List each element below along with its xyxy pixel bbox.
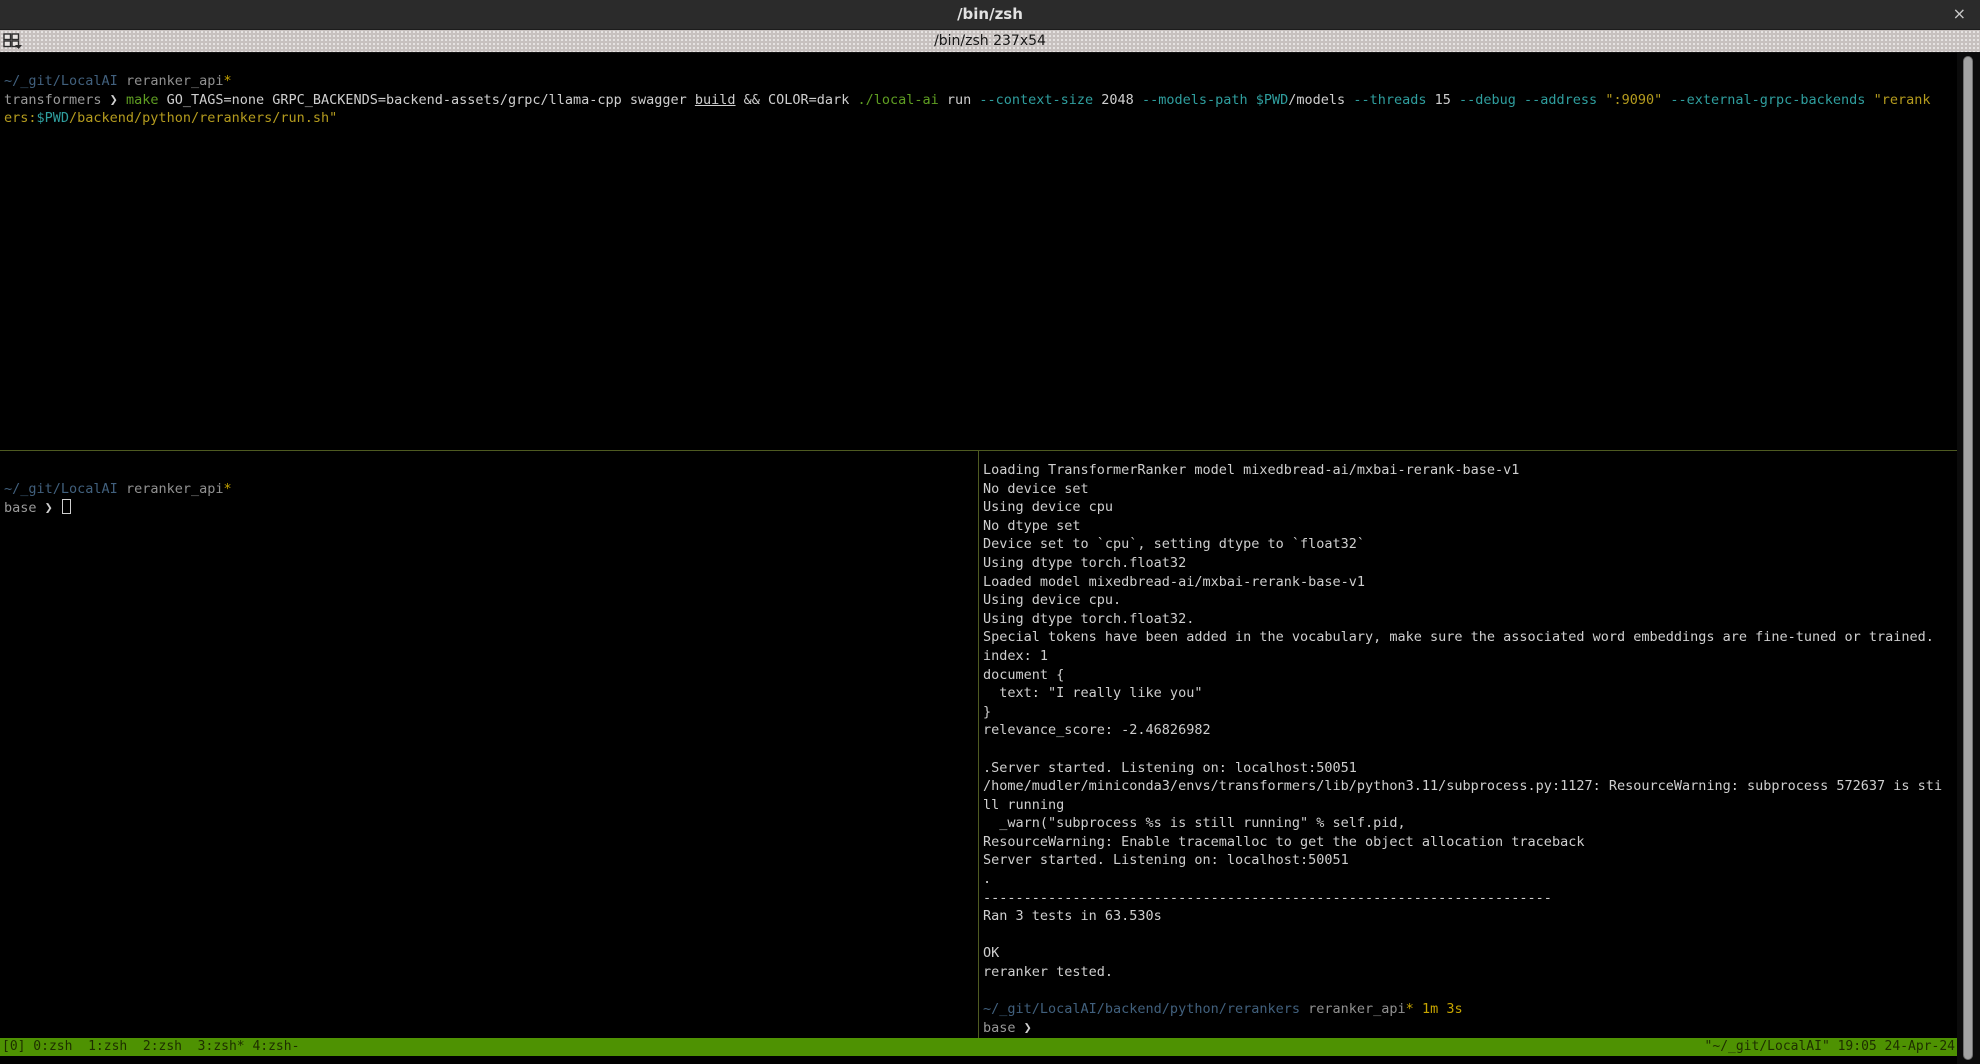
terminal-line: Loaded model mixedbread-ai/mxbai-rerank-… — [983, 573, 1957, 592]
terminal-line: Server started. Listening on: localhost:… — [983, 851, 1957, 870]
text-segment: * — [223, 481, 231, 497]
text-segment: ~/_git/LocalAI — [4, 481, 118, 497]
prompt-line: ~/_git/LocalAI reranker_api* — [4, 72, 1957, 91]
text-segment: base — [4, 500, 45, 516]
prompt-input-line: base ❯ — [4, 499, 978, 518]
terminal-line: No device set — [983, 480, 1957, 499]
text-segment: make — [126, 92, 159, 108]
status-window-list[interactable]: [0] 0:zsh 1:zsh 2:zsh 3:zsh* 4:zsh- — [2, 1038, 299, 1056]
terminal-line: Loading TransformerRanker model mixedbre… — [983, 461, 1957, 480]
text-segment: ❯ — [45, 500, 61, 516]
status-right-info: "~/_git/LocalAI" 19:05 24-Apr-24 — [1705, 1038, 1955, 1056]
terminal-line: . — [983, 870, 1957, 889]
pane-right[interactable]: Loading TransformerRanker model mixedbre… — [979, 451, 1957, 1038]
text-segment: * — [223, 73, 231, 89]
scrollbar-thumb[interactable] — [1963, 56, 1973, 1060]
text-segment — [1414, 1001, 1422, 1017]
terminal-line: ll running — [983, 796, 1957, 815]
terminal-line: Special tokens have been added in the vo… — [983, 628, 1957, 647]
text-segment: ./local-ai — [857, 92, 938, 108]
text-segment: base — [983, 1020, 1024, 1036]
tab-bar[interactable]: /bin/zsh 237x54 — [0, 30, 1980, 53]
text-segment — [118, 73, 126, 89]
text-segment: transformers — [4, 92, 110, 108]
terminal-line: ----------------------------------------… — [983, 889, 1957, 908]
window-title: /bin/zsh — [0, 5, 1980, 23]
text-segment: run — [939, 92, 980, 108]
text-segment: --debug — [1459, 92, 1516, 108]
terminal-line: reranker tested. — [983, 963, 1957, 982]
text-segment: 1m 3s — [1422, 1001, 1463, 1017]
terminal-line — [983, 982, 1957, 1001]
terminal-line: Using dtype torch.float32. — [983, 610, 1957, 629]
text-segment: ers: — [4, 110, 37, 126]
text-segment: /backend/python/rerankers/run.sh" — [69, 110, 337, 126]
terminal-line — [983, 740, 1957, 759]
terminal-line: Ran 3 tests in 63.530s — [983, 907, 1957, 926]
tab-label[interactable]: /bin/zsh 237x54 — [0, 33, 1980, 49]
text-segment — [1248, 92, 1256, 108]
text-segment: --models-path — [1142, 92, 1248, 108]
text-segment: 2048 — [1093, 92, 1142, 108]
text-segment: reranker_api — [1308, 1001, 1406, 1017]
text-segment: ❯ — [1024, 1020, 1032, 1036]
terminal-content: ~/_git/LocalAI reranker_api* transformer… — [0, 53, 1980, 1064]
terminal-line: relevance_score: -2.46826982 — [983, 721, 1957, 740]
scrollbar[interactable] — [1957, 53, 1980, 1064]
text-segment: ❯ — [110, 92, 126, 108]
text-segment — [1865, 92, 1873, 108]
command-line: transformers ❯ make GO_TAGS=none GRPC_BA… — [4, 91, 1957, 110]
text-segment: reranker_api — [126, 481, 224, 497]
terminal-line: No dtype set — [983, 517, 1957, 536]
text-segment: --external-grpc-backends — [1670, 92, 1865, 108]
terminal-window: /bin/zsh × /bin/zsh 237x54 ~/_git/LocalA… — [0, 0, 1980, 1064]
tmux-status-bar: [0] 0:zsh 1:zsh 2:zsh 3:zsh* 4:zsh- "~/_… — [0, 1038, 1957, 1056]
text-segment: $PWD — [37, 110, 70, 126]
text-segment — [1300, 1001, 1308, 1017]
command-line-wrap: ers:$PWD/backend/python/rerankers/run.sh… — [4, 109, 1957, 128]
text-segment: $PWD — [1256, 92, 1289, 108]
terminal-line: Using device cpu — [983, 498, 1957, 517]
terminal-line: document { — [983, 666, 1957, 685]
terminal-cursor — [62, 499, 71, 514]
prompt-text: base ❯ — [4, 500, 61, 516]
terminal-line — [983, 926, 1957, 945]
prompt-input-line: base ❯ — [983, 1019, 1957, 1038]
text-segment: && COLOR=dark — [736, 92, 858, 108]
text-segment: reranker_api — [126, 73, 224, 89]
terminal-line: .Server started. Listening on: localhost… — [983, 759, 1957, 778]
text-segment — [118, 481, 126, 497]
terminal-line: Using dtype torch.float32 — [983, 554, 1957, 573]
text-segment: --address — [1524, 92, 1597, 108]
text-segment: build — [695, 92, 736, 108]
pane-bottom-left[interactable]: ~/_git/LocalAI reranker_api* base ❯ — [0, 451, 978, 1038]
text-segment: ~/_git/LocalAI/backend/python/rerankers — [983, 1001, 1300, 1017]
terminal-line: } — [983, 703, 1957, 722]
terminal-line: /home/mudler/miniconda3/envs/transformer… — [983, 777, 1957, 796]
terminal-line: text: "I really like you" — [983, 684, 1957, 703]
close-icon[interactable]: × — [1953, 4, 1966, 23]
terminal-line: ResourceWarning: Enable tracemalloc to g… — [983, 833, 1957, 852]
terminal-line: OK — [983, 944, 1957, 963]
pane-top[interactable]: ~/_git/LocalAI reranker_api* transformer… — [0, 53, 1957, 450]
text-segment: 15 — [1426, 92, 1459, 108]
text-segment: ~/_git/LocalAI — [4, 73, 118, 89]
text-segment: --context-size — [979, 92, 1093, 108]
prompt-line: ~/_git/LocalAI reranker_api* — [4, 480, 978, 499]
text-segment: ":9090" — [1605, 92, 1662, 108]
text-segment: /models — [1288, 92, 1353, 108]
prompt-line: ~/_git/LocalAI/backend/python/rerankers … — [983, 1000, 1957, 1019]
terminal-line: _warn("subprocess %s is still running" %… — [983, 814, 1957, 833]
text-segment: --threads — [1353, 92, 1426, 108]
terminal-line: Device set to `cpu`, setting dtype to `f… — [983, 535, 1957, 554]
terminal-line: Using device cpu. — [983, 591, 1957, 610]
text-segment: GO_TAGS=none GRPC_BACKENDS=backend-asset… — [158, 92, 694, 108]
terminal-line: index: 1 — [983, 647, 1957, 666]
window-titlebar: /bin/zsh × — [0, 0, 1980, 30]
text-segment — [1516, 92, 1524, 108]
terminal-output: Loading TransformerRanker model mixedbre… — [983, 461, 1957, 1000]
text-segment: "rerank — [1874, 92, 1931, 108]
text-segment: * — [1406, 1001, 1414, 1017]
